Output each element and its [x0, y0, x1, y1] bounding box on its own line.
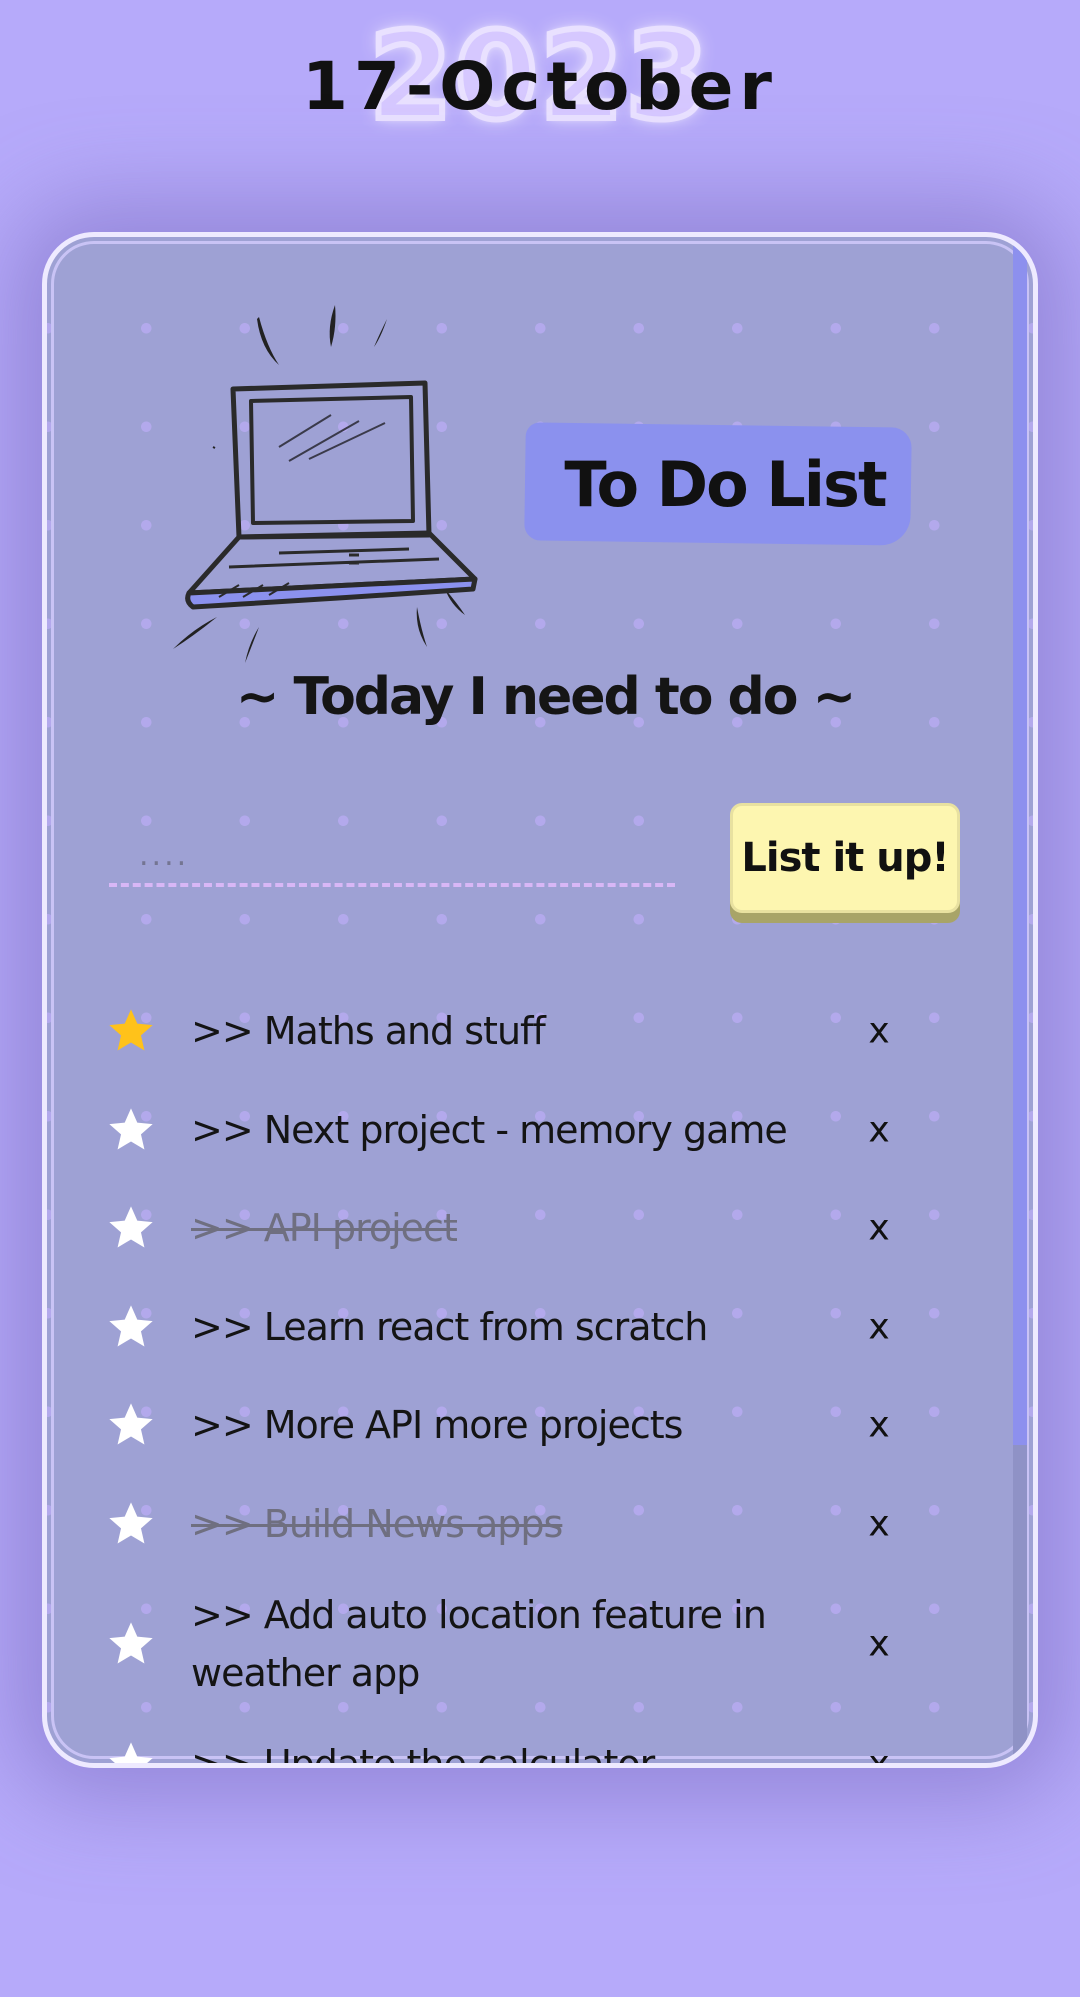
list-item: >> API project x	[47, 1179, 1033, 1278]
delete-task-button[interactable]: x	[859, 1744, 899, 1763]
delete-task-button[interactable]: x	[859, 1306, 899, 1347]
task-text[interactable]: >> Add auto location feature in weather …	[191, 1586, 831, 1702]
todo-card: To Do List ~ Today I need to do ~ List i…	[42, 232, 1038, 1768]
star-icon[interactable]	[105, 1104, 157, 1156]
list-item: >> More API more projects x	[47, 1376, 1033, 1475]
star-icon[interactable]	[105, 1618, 157, 1670]
new-task-input[interactable]	[109, 827, 675, 887]
laptop-illustration-icon	[173, 305, 478, 663]
star-icon[interactable]	[105, 1738, 157, 1768]
date-header: 2023 17-October	[0, 0, 1080, 180]
task-text[interactable]: >> Next project - memory game	[191, 1101, 831, 1159]
task-text[interactable]: >> Maths and stuff	[191, 1002, 831, 1060]
list-item: >> Add auto location feature in weather …	[47, 1573, 1033, 1715]
star-icon[interactable]	[105, 1202, 157, 1254]
list-item: >> Update the calculator x	[47, 1715, 1033, 1768]
list-item: >> Learn react from scratch x	[47, 1278, 1033, 1377]
date-label: 17-October	[302, 48, 778, 125]
list-item: >> Maths and stuff x	[47, 982, 1033, 1081]
delete-task-button[interactable]: x	[859, 1405, 899, 1446]
star-icon[interactable]	[105, 1005, 157, 1057]
task-text[interactable]: >> Learn react from scratch	[191, 1298, 831, 1356]
delete-task-button[interactable]: x	[859, 1503, 899, 1544]
star-icon[interactable]	[105, 1301, 157, 1353]
delete-task-button[interactable]: x	[859, 1208, 899, 1249]
star-icon[interactable]	[105, 1399, 157, 1451]
task-text[interactable]: >> More API more projects	[191, 1396, 831, 1454]
list-item: >> Next project - memory game x	[47, 1081, 1033, 1180]
delete-task-button[interactable]: x	[859, 1011, 899, 1052]
task-text[interactable]: >> Update the calculator	[191, 1735, 831, 1763]
task-text[interactable]: >> Build News apps	[191, 1495, 831, 1553]
task-text[interactable]: >> API project	[191, 1199, 831, 1257]
star-icon[interactable]	[105, 1498, 157, 1550]
app-title: To Do List	[564, 447, 887, 521]
list-item: >> Build News apps x	[47, 1475, 1033, 1574]
delete-task-button[interactable]: x	[859, 1624, 899, 1665]
delete-task-button[interactable]: x	[859, 1109, 899, 1150]
add-task-button[interactable]: List it up!	[730, 803, 960, 913]
task-list: >> Maths and stuff x >> Next project - m…	[47, 982, 1033, 1768]
page-subtitle: ~ Today I need to do ~	[235, 667, 856, 727]
